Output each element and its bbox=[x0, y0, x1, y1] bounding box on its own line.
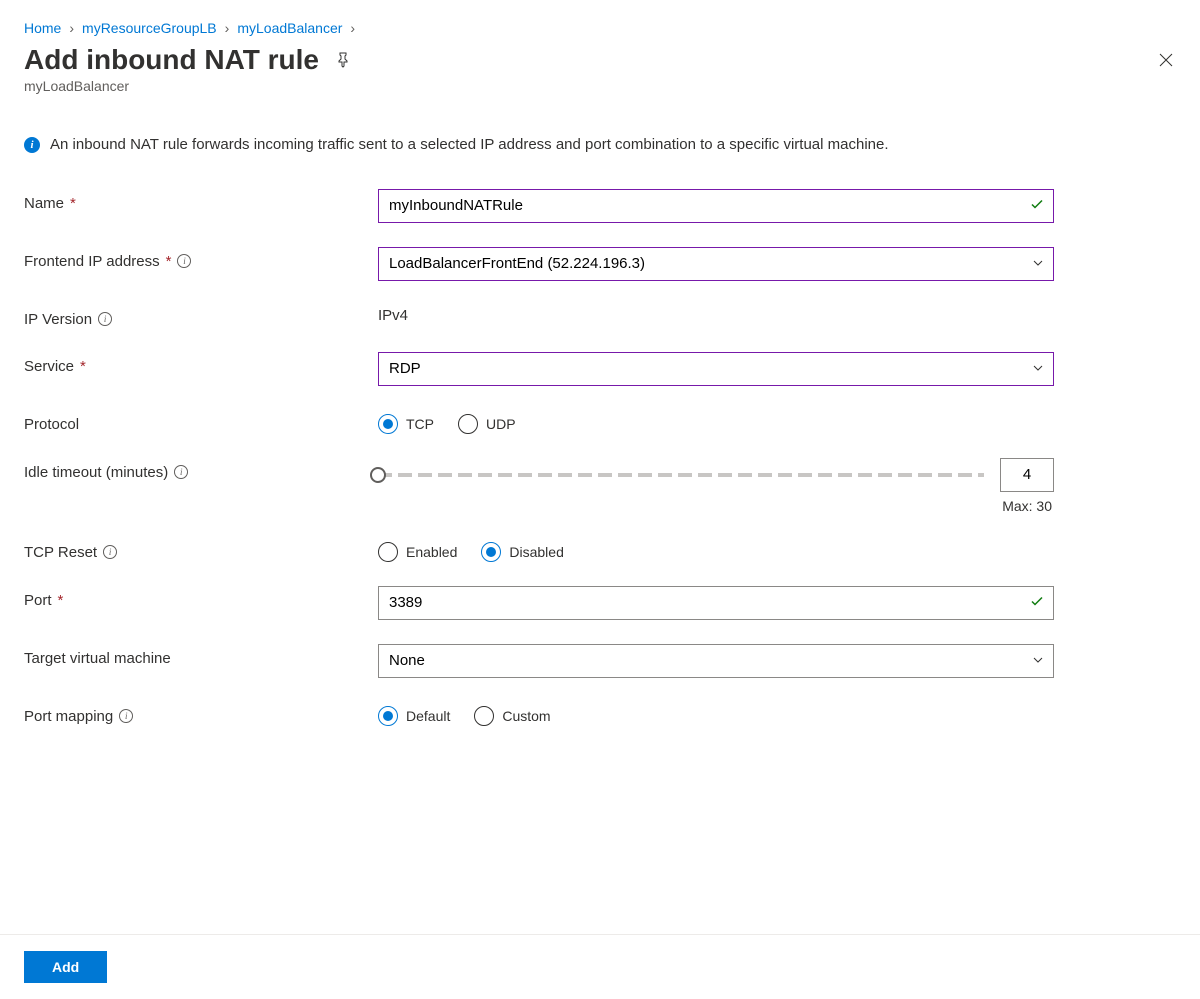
add-button[interactable]: Add bbox=[24, 951, 107, 983]
required-indicator: * bbox=[70, 195, 76, 212]
help-icon[interactable]: i bbox=[174, 465, 188, 479]
breadcrumb-resource-group[interactable]: myResourceGroupLB bbox=[82, 20, 217, 36]
idle-timeout-label: Idle timeout (minutes) bbox=[24, 464, 168, 481]
chevron-right-icon: › bbox=[69, 20, 74, 36]
help-icon[interactable]: i bbox=[103, 545, 117, 559]
protocol-udp-radio[interactable]: UDP bbox=[458, 414, 516, 434]
protocol-label: Protocol bbox=[24, 416, 79, 433]
breadcrumb-load-balancer[interactable]: myLoadBalancer bbox=[237, 20, 342, 36]
info-banner: i An inbound NAT rule forwards incoming … bbox=[24, 134, 1044, 157]
protocol-udp-label: UDP bbox=[486, 416, 516, 432]
tcp-reset-enabled-label: Enabled bbox=[406, 544, 457, 560]
frontend-ip-select[interactable] bbox=[378, 247, 1054, 281]
idle-timeout-value[interactable] bbox=[1000, 458, 1054, 492]
protocol-tcp-radio[interactable]: TCP bbox=[378, 414, 434, 434]
help-icon[interactable]: i bbox=[177, 254, 191, 268]
chevron-right-icon: › bbox=[225, 20, 230, 36]
name-label: Name bbox=[24, 195, 64, 212]
target-vm-label: Target virtual machine bbox=[24, 650, 171, 667]
help-icon[interactable]: i bbox=[98, 312, 112, 326]
breadcrumb: Home › myResourceGroupLB › myLoadBalance… bbox=[24, 20, 1176, 36]
chevron-right-icon: › bbox=[350, 20, 355, 36]
close-icon[interactable] bbox=[1156, 50, 1176, 70]
port-mapping-default-radio[interactable]: Default bbox=[378, 706, 450, 726]
ip-version-value: IPv4 bbox=[378, 305, 1054, 324]
port-input[interactable] bbox=[378, 586, 1054, 620]
tcp-reset-disabled-label: Disabled bbox=[509, 544, 563, 560]
frontend-ip-label: Frontend IP address bbox=[24, 253, 160, 270]
port-mapping-custom-radio[interactable]: Custom bbox=[474, 706, 550, 726]
protocol-tcp-label: TCP bbox=[406, 416, 434, 432]
required-indicator: * bbox=[58, 592, 64, 609]
slider-thumb[interactable] bbox=[370, 467, 386, 483]
tcp-reset-enabled-radio[interactable]: Enabled bbox=[378, 542, 457, 562]
idle-timeout-max: Max: 30 bbox=[378, 498, 1054, 514]
port-mapping-custom-label: Custom bbox=[502, 708, 550, 724]
tcp-reset-label: TCP Reset bbox=[24, 544, 97, 561]
required-indicator: * bbox=[166, 253, 172, 270]
page-subtitle: myLoadBalancer bbox=[24, 78, 1176, 94]
required-indicator: * bbox=[80, 358, 86, 375]
port-mapping-label: Port mapping bbox=[24, 708, 113, 725]
check-icon bbox=[1030, 594, 1044, 611]
service-label: Service bbox=[24, 358, 74, 375]
info-text: An inbound NAT rule forwards incoming tr… bbox=[50, 134, 889, 157]
tcp-reset-disabled-radio[interactable]: Disabled bbox=[481, 542, 563, 562]
breadcrumb-home[interactable]: Home bbox=[24, 20, 61, 36]
name-input[interactable] bbox=[378, 189, 1054, 223]
service-select[interactable] bbox=[378, 352, 1054, 386]
help-icon[interactable]: i bbox=[119, 709, 133, 723]
info-icon: i bbox=[24, 137, 40, 153]
port-mapping-default-label: Default bbox=[406, 708, 450, 724]
page-title: Add inbound NAT rule bbox=[24, 44, 319, 76]
target-vm-select[interactable] bbox=[378, 644, 1054, 678]
check-icon bbox=[1030, 197, 1044, 214]
idle-timeout-slider[interactable] bbox=[378, 473, 984, 477]
ip-version-label: IP Version bbox=[24, 311, 92, 328]
port-label: Port bbox=[24, 592, 52, 609]
pin-icon[interactable] bbox=[335, 52, 351, 68]
